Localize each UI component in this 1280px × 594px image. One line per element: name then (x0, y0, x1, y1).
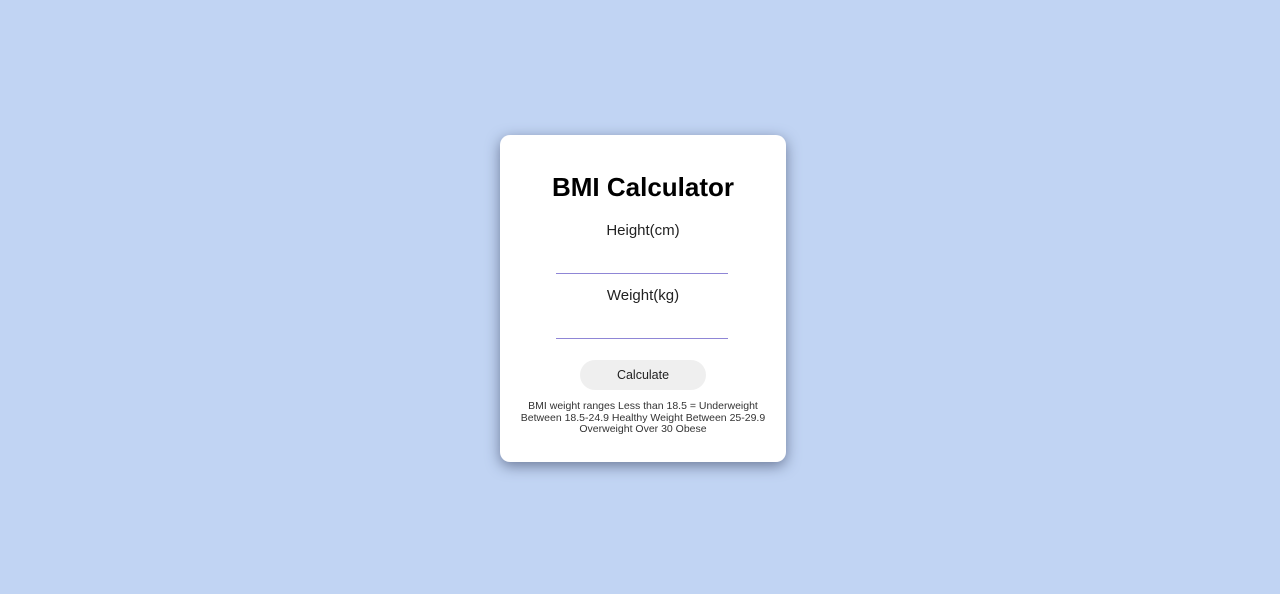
height-label: Height(cm) (606, 222, 680, 239)
weight-input[interactable] (556, 314, 728, 339)
height-input[interactable] (556, 249, 728, 274)
bmi-ranges-note: BMI weight ranges Less than 18.5 = Under… (520, 400, 766, 436)
calculate-button[interactable]: Calculate (580, 360, 706, 390)
bmi-card: BMI Calculator Height(cm) Weight(kg) Cal… (500, 135, 786, 462)
page-title: BMI Calculator (551, 172, 735, 202)
weight-label: Weight(kg) (606, 287, 680, 304)
